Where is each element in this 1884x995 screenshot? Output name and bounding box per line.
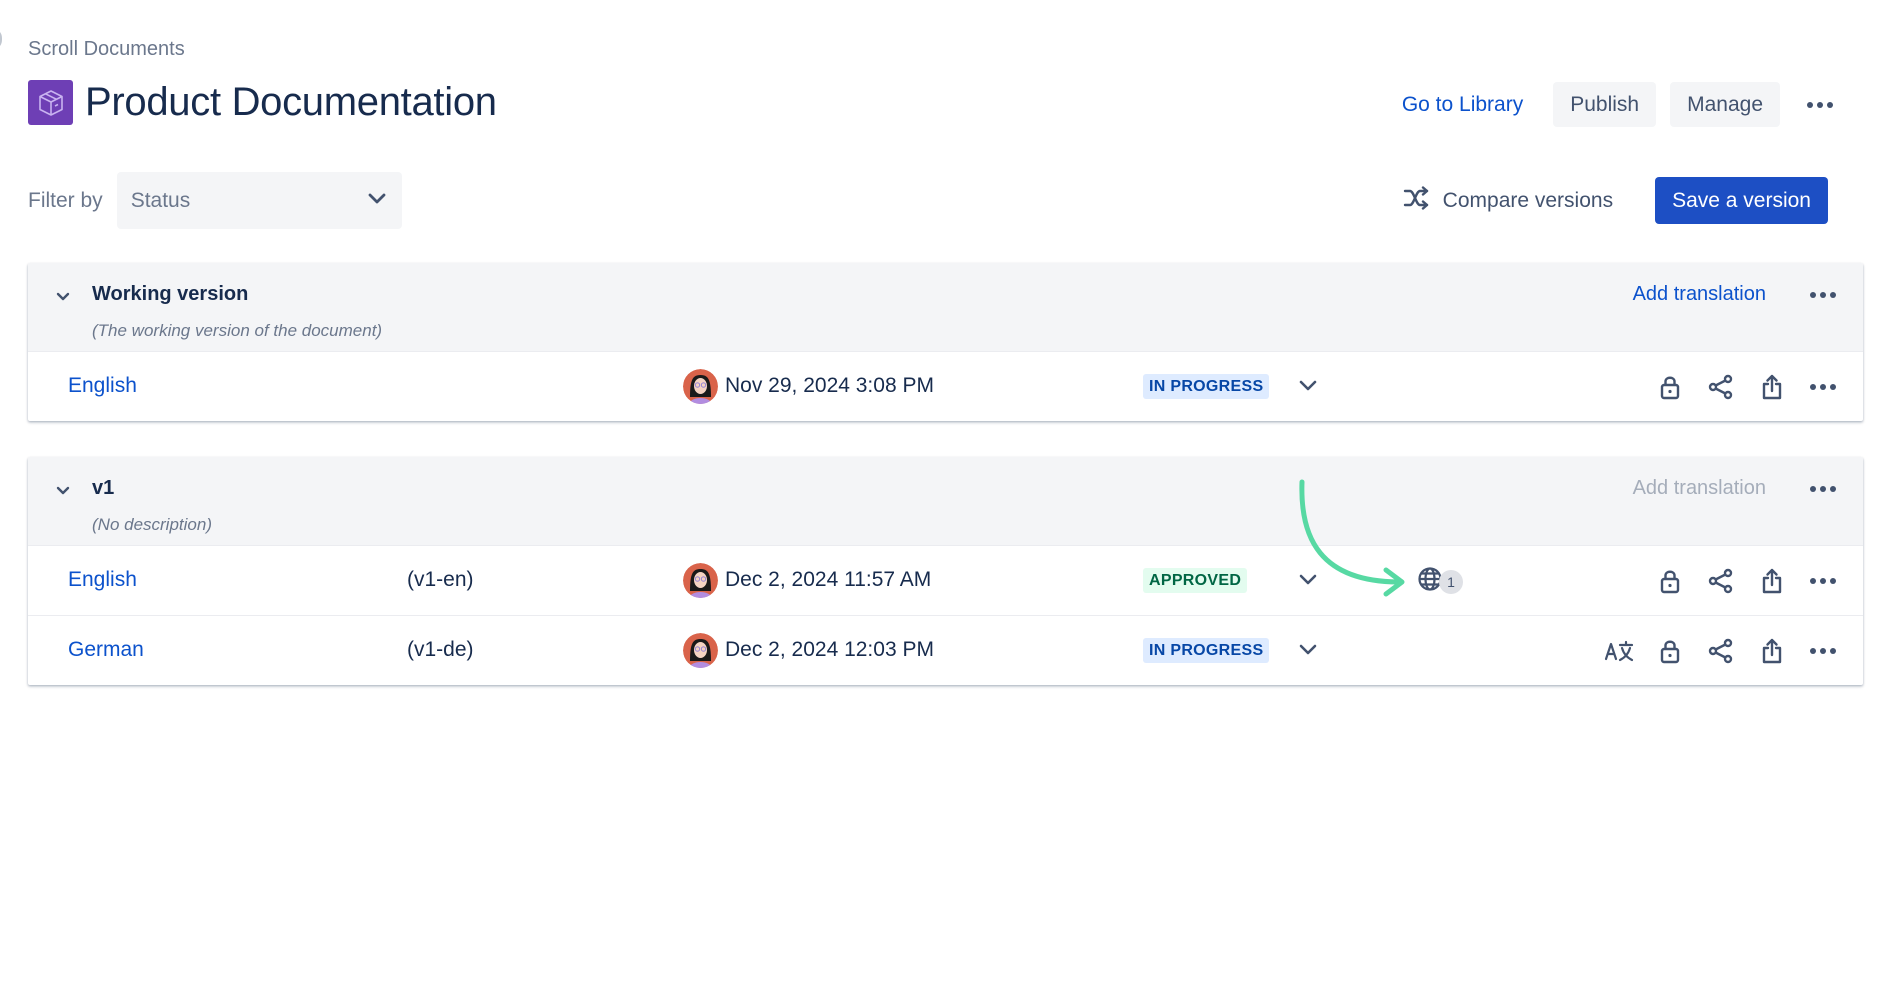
table-row: English Nov 29, 2024 3:08 PM IN PROGRESS [28,351,1863,421]
version-card-v1: v1 (No description) Add translation Engl… [28,457,1863,685]
share-icon[interactable] [1703,369,1739,405]
shuffle-compare-icon [1403,185,1431,216]
more-horizontal-icon [1810,384,1836,390]
row-actions [1637,563,1841,599]
row-actions [1637,369,1841,405]
status-badge: APPROVED [1143,568,1248,593]
more-horizontal-icon [1810,292,1836,298]
chevron-down-icon[interactable] [53,481,73,501]
modified-date: Dec 2, 2024 12:03 PM [725,638,934,661]
lock-icon[interactable] [1652,369,1688,405]
export-icon[interactable] [1754,563,1790,599]
avatar [683,633,718,668]
filter-bar: Filter by Status [28,172,402,229]
page-header: Product Documentation [28,80,497,125]
row-more-button[interactable] [1805,633,1841,669]
go-to-library-button[interactable]: Go to Library [1386,93,1539,117]
more-horizontal-icon [1810,486,1836,492]
package-box-icon [28,80,73,125]
lock-icon[interactable] [1652,563,1688,599]
language-link[interactable]: English [68,568,137,592]
table-row: English (v1-en) Dec 2, 2024 11:57 AM APP… [28,545,1863,615]
row-more-button[interactable] [1805,369,1841,405]
version-card-header: v1 (No description) Add translation [28,457,1863,545]
language-link[interactable]: German [68,638,144,662]
modified-date: Nov 29, 2024 3:08 PM [725,374,934,397]
page-title: Product Documentation [85,80,497,124]
language-link[interactable]: English [68,374,137,398]
row-actions [1586,633,1841,669]
version-description: (No description) [92,515,212,534]
more-horizontal-icon [1810,578,1836,584]
version-more-button[interactable] [1805,473,1841,505]
add-translation-button[interactable]: Add translation [1633,477,1766,500]
table-row: German (v1-de) Dec 2, 2024 12:03 PM IN P… [28,615,1863,685]
lock-icon[interactable] [1652,633,1688,669]
save-version-button[interactable]: Save a version [1655,177,1828,224]
export-icon[interactable] [1754,633,1790,669]
status-filter-select[interactable]: Status [116,172,402,229]
status-badge: IN PROGRESS [1143,374,1270,399]
more-horizontal-icon [1807,101,1833,108]
version-more-button[interactable] [1805,279,1841,311]
status-dropdown-chevron-icon[interactable] [1296,374,1320,398]
breadcrumb[interactable]: Scroll Documents [28,38,185,61]
chevron-down-icon [368,192,386,210]
status-dropdown-chevron-icon[interactable] [1296,638,1320,662]
compare-versions-label: Compare versions [1442,188,1614,212]
version-title: v1 [92,477,115,499]
translate-icon[interactable] [1601,633,1637,669]
status-badge: IN PROGRESS [1143,638,1270,663]
version-card-working: Working version (The working version of … [28,263,1863,421]
translations-indicator[interactable]: 1 [1417,566,1463,597]
version-key: (v1-de) [407,638,474,661]
publish-button[interactable]: Publish [1553,82,1657,127]
version-key: (v1-en) [407,568,474,591]
header-actions: Go to Library Publish Manage [1386,82,1840,127]
modified-date: Dec 2, 2024 11:57 AM [725,568,932,591]
filter-label: Filter by [28,188,103,212]
share-icon[interactable] [1703,563,1739,599]
version-description: (The working version of the document) [92,321,383,340]
manage-button[interactable]: Manage [1670,82,1780,127]
chevron-down-icon[interactable] [53,287,73,307]
header-more-button[interactable] [1800,85,1840,125]
status-dropdown-chevron-icon[interactable] [1296,568,1320,592]
avatar [683,369,718,404]
row-more-button[interactable] [1805,563,1841,599]
export-icon[interactable] [1754,369,1790,405]
window-edge-marker [0,28,2,50]
avatar [683,563,718,598]
version-card-header: Working version (The working version of … [28,263,1863,351]
compare-versions-button[interactable]: Compare versions [1403,185,1614,216]
add-translation-button[interactable]: Add translation [1633,283,1766,306]
version-toolbar: Compare versions Save a version [1403,177,1828,224]
translations-count-badge: 1 [1439,569,1463,594]
more-horizontal-icon [1810,648,1836,654]
share-icon[interactable] [1703,633,1739,669]
status-filter-value: Status [130,188,191,212]
version-title: Working version [92,283,249,305]
